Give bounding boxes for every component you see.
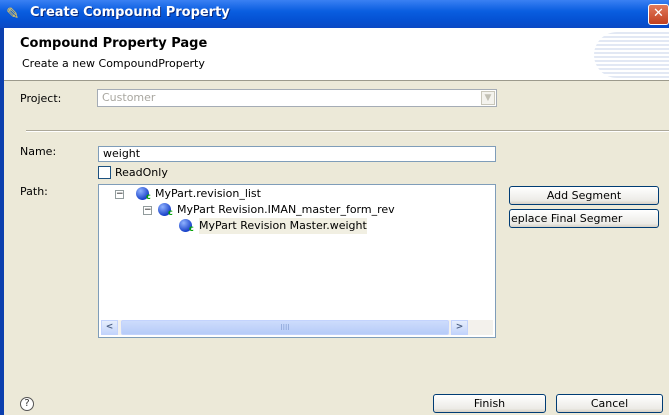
help-icon[interactable]: ? [20, 397, 34, 411]
window-title: Create Compound Property [30, 5, 230, 20]
path-tree[interactable]: − c MyPart.revision_list − c MyPart Revi… [98, 184, 496, 338]
close-button[interactable]: ✕ [648, 4, 669, 25]
tree-node-label: MyPart Revision Master.weight [199, 218, 367, 234]
name-field[interactable]: weight [98, 146, 496, 162]
tree-node-label: MyPart.revision_list [155, 187, 261, 200]
collapse-icon[interactable]: − [143, 206, 152, 215]
project-combo[interactable]: Customer ▼ [97, 89, 497, 107]
project-value: Customer [102, 91, 156, 104]
dialog-body: Compound Property Page Create a new Comp… [4, 28, 669, 415]
horizontal-scrollbar[interactable]: < IIII > [101, 320, 493, 335]
chevron-down-icon[interactable]: ▼ [481, 91, 495, 105]
business-object-icon: c [158, 203, 174, 217]
finish-button[interactable]: Finish [433, 394, 546, 413]
readonly-checkbox[interactable] [98, 166, 111, 179]
replace-final-segment-button[interactable]: eplace Final Segmer [509, 209, 659, 228]
scroll-right-button[interactable]: > [451, 320, 468, 335]
business-object-icon: c [179, 219, 195, 233]
scroll-left-button[interactable]: < [101, 320, 118, 335]
page-description: Create a new CompoundProperty [22, 57, 205, 70]
add-segment-button[interactable]: Add Segment [509, 186, 659, 205]
wizard-banner: Compound Property Page Create a new Comp… [4, 28, 669, 81]
readonly-label: ReadOnly [115, 166, 168, 179]
dialog-window: ✎ Create Compound Property ✕ Compound Pr… [0, 0, 669, 415]
cancel-button[interactable]: Cancel [556, 394, 663, 413]
path-label: Path: [20, 185, 48, 198]
scrollbar-thumb[interactable]: IIII [121, 320, 449, 335]
name-label: Name: [20, 145, 57, 158]
banner-graphic-icon [594, 32, 669, 78]
project-label: Project: [20, 92, 62, 105]
wizard-icon: ✎ [6, 4, 20, 23]
collapse-icon[interactable]: − [115, 190, 124, 199]
page-title: Compound Property Page [20, 36, 208, 51]
business-object-icon: c [136, 187, 152, 201]
tree-node-label: MyPart Revision.IMAN_master_form_rev [177, 203, 395, 216]
title-bar[interactable]: ✎ Create Compound Property ✕ [0, 0, 669, 28]
separator [26, 130, 669, 132]
